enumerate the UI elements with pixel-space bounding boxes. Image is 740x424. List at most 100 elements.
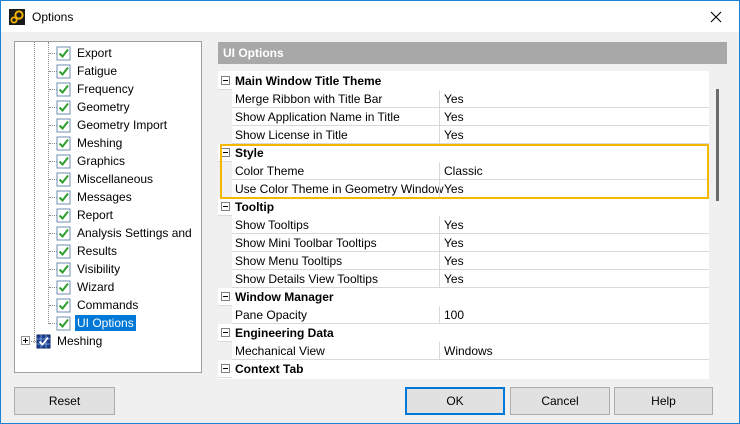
tree-item[interactable]: Commands (56, 296, 140, 314)
collapse-toggle[interactable] (221, 364, 230, 373)
expand-toggle[interactable] (21, 336, 30, 345)
property-value[interactable]: Yes (444, 92, 464, 106)
property-value[interactable]: Yes (444, 128, 464, 142)
checkmark-icon (56, 100, 71, 114)
category-label: Context Tab (235, 362, 304, 376)
tree-item[interactable]: Results (56, 242, 119, 260)
grid-property-row[interactable]: Show License in Title Yes (218, 126, 709, 144)
tree-item[interactable]: Meshing (56, 134, 124, 152)
collapse-toggle[interactable] (221, 292, 230, 301)
tree-item[interactable]: Geometry (56, 98, 132, 116)
tree-item[interactable]: UI Options (56, 314, 136, 332)
tree-item[interactable]: Wizard (56, 278, 116, 296)
grid-category[interactable]: Style (218, 144, 709, 162)
title-bar: Options (1, 1, 739, 32)
collapse-toggle[interactable] (221, 328, 230, 337)
category-label: Main Window Title Theme (235, 74, 382, 88)
checkmark-icon (56, 298, 71, 312)
collapse-toggle[interactable] (221, 76, 230, 85)
help-button[interactable]: Help (614, 387, 713, 415)
grid-property-row[interactable]: Show Application Name in Title Yes (218, 108, 709, 126)
grid-category[interactable]: Engineering Data (218, 324, 709, 342)
checkmark-icon (56, 82, 71, 96)
category-label: Tooltip (235, 200, 275, 214)
gears-icon (9, 9, 25, 25)
checkmark-icon (56, 172, 71, 186)
options-dialog: Options Export Fatigue Frequency Geometry Ge… (0, 0, 740, 424)
tree-item[interactable]: Report (56, 206, 115, 224)
tree-item-label: Miscellaneous (77, 172, 154, 186)
checkmark-icon (56, 64, 71, 78)
tree-item-label: Export (77, 46, 112, 60)
checkmark-icon (56, 46, 71, 60)
tree-item-label: Results (77, 244, 118, 258)
tree-item-label: Frequency (77, 82, 134, 96)
tree-item[interactable]: Graphics (56, 152, 127, 170)
property-name: Color Theme (235, 164, 305, 178)
grid-property-row[interactable]: Pane Opacity 100 (218, 306, 709, 324)
cancel-button[interactable]: Cancel (510, 387, 610, 415)
checkmark-icon (56, 316, 71, 330)
category-label: Style (235, 146, 264, 160)
property-name: Mechanical View (235, 344, 325, 358)
checkmark-icon (56, 244, 71, 258)
property-name: Show Mini Toolbar Tooltips (235, 236, 377, 250)
property-value[interactable]: Yes (444, 272, 464, 286)
property-name: Show Details View Tooltips (235, 272, 378, 286)
grid-property-row[interactable]: Show Details View Tooltips Yes (218, 270, 709, 288)
ok-button[interactable]: OK (405, 387, 505, 415)
tree-root-label: Meshing (57, 334, 103, 348)
property-value[interactable]: Yes (444, 218, 464, 232)
close-button[interactable] (693, 1, 739, 32)
grid-vertical-scrollbar[interactable] (716, 89, 719, 201)
window-title: Options (32, 10, 74, 24)
grid-property-row[interactable]: Merge Ribbon with Title Bar Yes (218, 90, 709, 108)
tree-item[interactable]: Visibility (56, 260, 122, 278)
grid-category[interactable]: Context Tab (218, 360, 709, 378)
collapse-toggle[interactable] (221, 202, 230, 211)
grid-property-row[interactable]: Show Menu Tooltips Yes (218, 252, 709, 270)
tree-item[interactable]: Miscellaneous (56, 170, 155, 188)
property-value[interactable]: 100 (444, 308, 464, 322)
tree-item[interactable]: Frequency (56, 80, 136, 98)
checkmark-icon (56, 280, 71, 294)
panel-header: UI Options (218, 42, 727, 64)
panel-title: UI Options (223, 46, 284, 60)
tree-item[interactable]: Geometry Import (56, 116, 169, 134)
grid-property-row[interactable]: Show Mini Toolbar Tooltips Yes (218, 234, 709, 252)
grid-property-row[interactable]: Use Color Theme in Geometry Window Yes (218, 180, 709, 198)
tree-item[interactable]: Fatigue (56, 62, 119, 80)
tree-item-label: Wizard (77, 280, 115, 294)
grid-category[interactable]: Main Window Title Theme (218, 72, 709, 90)
tree-item[interactable]: Messages (56, 188, 134, 206)
property-value[interactable]: Yes (444, 236, 464, 250)
grid-property-row[interactable]: Show Tooltips Yes (218, 216, 709, 234)
tree-item[interactable]: Export (56, 44, 114, 62)
grid-category[interactable]: Window Manager (218, 288, 709, 306)
collapse-toggle[interactable] (221, 148, 230, 157)
tree-root-meshing[interactable]: Meshing (36, 332, 104, 350)
checkmark-icon (56, 118, 71, 132)
category-label: Window Manager (235, 290, 334, 304)
checkmark-icon (56, 208, 71, 222)
tree-item[interactable]: Analysis Settings and (56, 224, 194, 242)
tree-item-label: Messages (77, 190, 132, 204)
grid-property-row[interactable]: Color Theme Classic (218, 162, 709, 180)
property-value[interactable]: Windows (444, 344, 493, 358)
checkmark-icon (56, 190, 71, 204)
grid-property-row[interactable]: Mechanical View Windows (218, 342, 709, 360)
tree-item-label: Geometry (77, 100, 130, 114)
property-value[interactable]: Yes (444, 254, 464, 268)
checkmark-icon (56, 262, 71, 276)
options-tree[interactable]: Export Fatigue Frequency Geometry Geometry I… (14, 41, 202, 373)
checkmark-icon (56, 136, 71, 150)
mesh-check-icon (36, 334, 51, 348)
property-grid[interactable]: Main Window Title Theme Merge Ribbon with… (218, 71, 709, 379)
property-name: Merge Ribbon with Title Bar (235, 92, 383, 106)
property-name: Show License in Title (235, 128, 348, 142)
reset-button[interactable]: Reset (14, 387, 115, 415)
grid-category[interactable]: Tooltip (218, 198, 709, 216)
property-value[interactable]: Yes (444, 110, 464, 124)
property-value[interactable]: Classic (444, 164, 483, 178)
property-value[interactable]: Yes (444, 182, 464, 196)
